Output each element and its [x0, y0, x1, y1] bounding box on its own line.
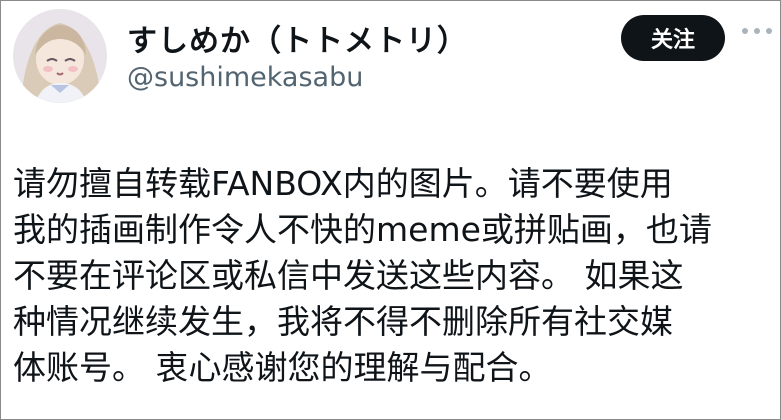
- post-text-line: 不要在评论区或私信中发送这些内容。 如果这: [13, 256, 684, 295]
- display-name[interactable]: すしめか（トトメトリ）: [127, 16, 468, 60]
- follow-button[interactable]: 关注: [621, 15, 725, 61]
- post-card: すしめか（トトメトリ） @sushimekasabu 关注 请勿擅自转载FANB…: [0, 0, 781, 420]
- more-dot: [754, 28, 760, 34]
- avatar[interactable]: [13, 9, 107, 103]
- avatar-illustration-icon: [13, 9, 107, 103]
- more-dot: [766, 28, 772, 34]
- post-text-line: 请勿擅自转载FANBOX内的图片。请不要使用: [13, 164, 673, 203]
- user-handle[interactable]: @sushimekasabu: [127, 62, 363, 93]
- post-text-line: 种情况继续发生，我将不得不删除所有社交媒: [13, 302, 673, 341]
- more-dot: [742, 28, 748, 34]
- more-options-icon[interactable]: [742, 28, 772, 34]
- post-text-line: 我的插画制作令人不快的meme或拼贴画，也请: [13, 210, 712, 249]
- post-text: 请勿擅自转载FANBOX内的图片。请不要使用 我的插画制作令人不快的meme或拼…: [13, 161, 773, 391]
- post-text-line: 体账号。 衷心感谢您的理解与配合。: [13, 348, 552, 387]
